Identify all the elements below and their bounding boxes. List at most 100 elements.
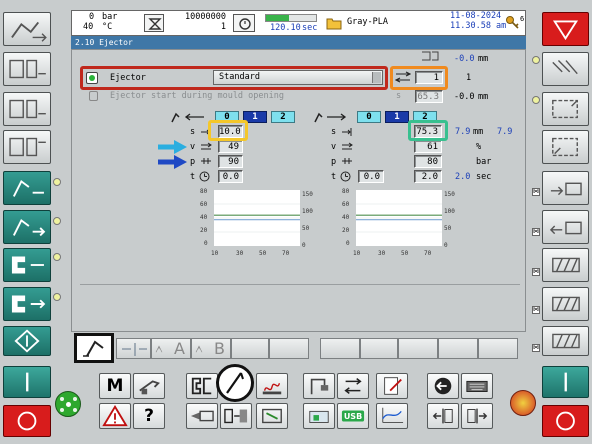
retract-tab-2[interactable]: 2 — [271, 111, 295, 123]
motor-off-button[interactable] — [542, 405, 589, 437]
retract-v-field[interactable]: 49 — [218, 140, 243, 153]
injection-button[interactable] — [186, 403, 218, 429]
status-lamp — [55, 391, 81, 417]
side-key-r3[interactable] — [542, 92, 589, 126]
cycle-sequence-button[interactable] — [337, 373, 369, 399]
side-key-l1[interactable] — [3, 12, 51, 46]
tab-core-a[interactable]: A — [151, 338, 191, 359]
ejector-row-highlight — [80, 66, 388, 90]
retract-p-field[interactable]: 90 — [218, 155, 243, 168]
side-key-r9[interactable] — [542, 326, 589, 356]
forward-v-field[interactable]: 61 — [414, 140, 442, 153]
ejector-position-unit: mm — [478, 54, 489, 64]
side-key-l4[interactable] — [3, 130, 51, 164]
side-key-l5[interactable] — [3, 171, 51, 205]
forward-p-field[interactable]: 80 — [414, 155, 442, 168]
manual-off-button[interactable] — [3, 405, 51, 437]
side-key-l7[interactable] — [3, 248, 51, 282]
side-key-l9[interactable] — [3, 326, 51, 356]
retract-t-icon — [199, 171, 210, 182]
retract-p-label: p — [190, 157, 196, 167]
temperature-button[interactable] — [256, 373, 288, 399]
v-arrow-annotation — [158, 140, 188, 154]
ejector-start-s-field[interactable]: 65.3 — [415, 90, 443, 103]
tab-empty-1[interactable] — [231, 338, 269, 359]
emergency-stop-button[interactable] — [542, 12, 589, 46]
side-marker-r9: ⋈ — [532, 344, 540, 352]
retract-v-label: v — [190, 142, 196, 152]
chart-left-r3: 0 — [302, 242, 306, 249]
retract-t-field[interactable]: 0.0 — [218, 170, 243, 183]
forward-direction-icon — [313, 110, 351, 124]
chart-left-r2: 50 — [302, 225, 310, 232]
led-r3 — [532, 96, 540, 104]
chart-right-r3: 0 — [444, 242, 448, 249]
tool-button[interactable] — [133, 373, 165, 399]
side-key-r4[interactable] — [542, 130, 589, 164]
retract-s-highlight — [208, 120, 248, 141]
ejector-main-button[interactable] — [216, 364, 254, 402]
panel-divider — [80, 284, 520, 285]
clamp-button[interactable] — [220, 403, 252, 429]
forward-s-unit: mm — [473, 127, 484, 137]
ejector-start-label: Ejector start during mould opening — [110, 91, 284, 101]
side-key-r6[interactable] — [542, 210, 589, 244]
side-key-l6[interactable] — [3, 210, 51, 244]
forward-s-actual-2: 7.9 — [497, 127, 513, 137]
alarm-lamp — [510, 390, 536, 416]
side-key-r2[interactable] — [542, 52, 589, 86]
manual-on-button[interactable] — [3, 366, 51, 398]
tab-mold-split[interactable] — [116, 338, 151, 359]
forward-tab-0[interactable]: 0 — [357, 111, 381, 123]
robot-button[interactable] — [303, 373, 335, 399]
side-key-l2[interactable] — [3, 52, 51, 86]
side-key-r7[interactable] — [542, 248, 589, 282]
chart-left-y3: 20 — [200, 227, 208, 234]
ejector-start-checkbox[interactable] — [89, 91, 98, 101]
forward-t-field-b[interactable]: 2.0 — [414, 170, 442, 183]
mold-button[interactable] — [186, 373, 218, 399]
tab-empty-2[interactable] — [269, 338, 309, 359]
tab-empty-7[interactable] — [478, 338, 518, 359]
side-key-l3[interactable] — [3, 92, 51, 126]
ejector-position-value: -0.0 — [454, 54, 475, 64]
retract-t-label: t — [190, 172, 196, 182]
forward-tab-1[interactable]: 1 — [385, 111, 409, 123]
side-key-r5[interactable] — [542, 171, 589, 205]
forward-t-field-a[interactable]: 0.0 — [358, 170, 384, 183]
keyboard-button[interactable] — [461, 373, 493, 399]
tab-empty-5[interactable] — [398, 338, 438, 359]
alarm-button[interactable] — [99, 403, 131, 429]
help-button[interactable]: ? — [133, 403, 165, 429]
motor-on-button[interactable] — [542, 366, 589, 398]
chart-right-x2: 50 — [401, 250, 409, 257]
retract-chart-svg — [214, 203, 300, 233]
active-page-tab[interactable] — [74, 333, 114, 363]
forward-p-label: p — [331, 157, 337, 167]
production-button[interactable] — [303, 403, 335, 429]
back-button[interactable] — [427, 373, 459, 399]
tab-core-b[interactable]: B — [191, 338, 231, 359]
chart-right-x3: 70 — [424, 250, 432, 257]
ejector-start-value: -0.0 — [454, 92, 475, 102]
chart-left-x2: 50 — [259, 250, 267, 257]
side-key-l8[interactable] — [3, 287, 51, 321]
page-next-button[interactable] — [461, 403, 493, 429]
usb-button[interactable]: USB — [337, 403, 369, 429]
page-prev-button[interactable] — [427, 403, 459, 429]
graph-button[interactable] — [376, 403, 408, 429]
nozzle-button[interactable] — [256, 403, 288, 429]
chart-left-x1: 30 — [236, 250, 244, 257]
cycle-time-unit: sec — [302, 23, 318, 33]
key-icon[interactable] — [505, 14, 521, 32]
tab-empty-3[interactable] — [320, 338, 360, 359]
side-key-r8[interactable] — [542, 287, 589, 321]
tab-empty-6[interactable] — [438, 338, 478, 359]
tab-empty-4[interactable] — [360, 338, 398, 359]
pulse-count-highlight — [390, 66, 448, 90]
notes-button[interactable] — [376, 373, 408, 399]
chart-left-r1: 100 — [302, 208, 313, 215]
led-l1 — [53, 178, 61, 186]
manual-mode-button[interactable]: M — [99, 373, 131, 399]
tab-core-a-label: A — [174, 339, 185, 358]
